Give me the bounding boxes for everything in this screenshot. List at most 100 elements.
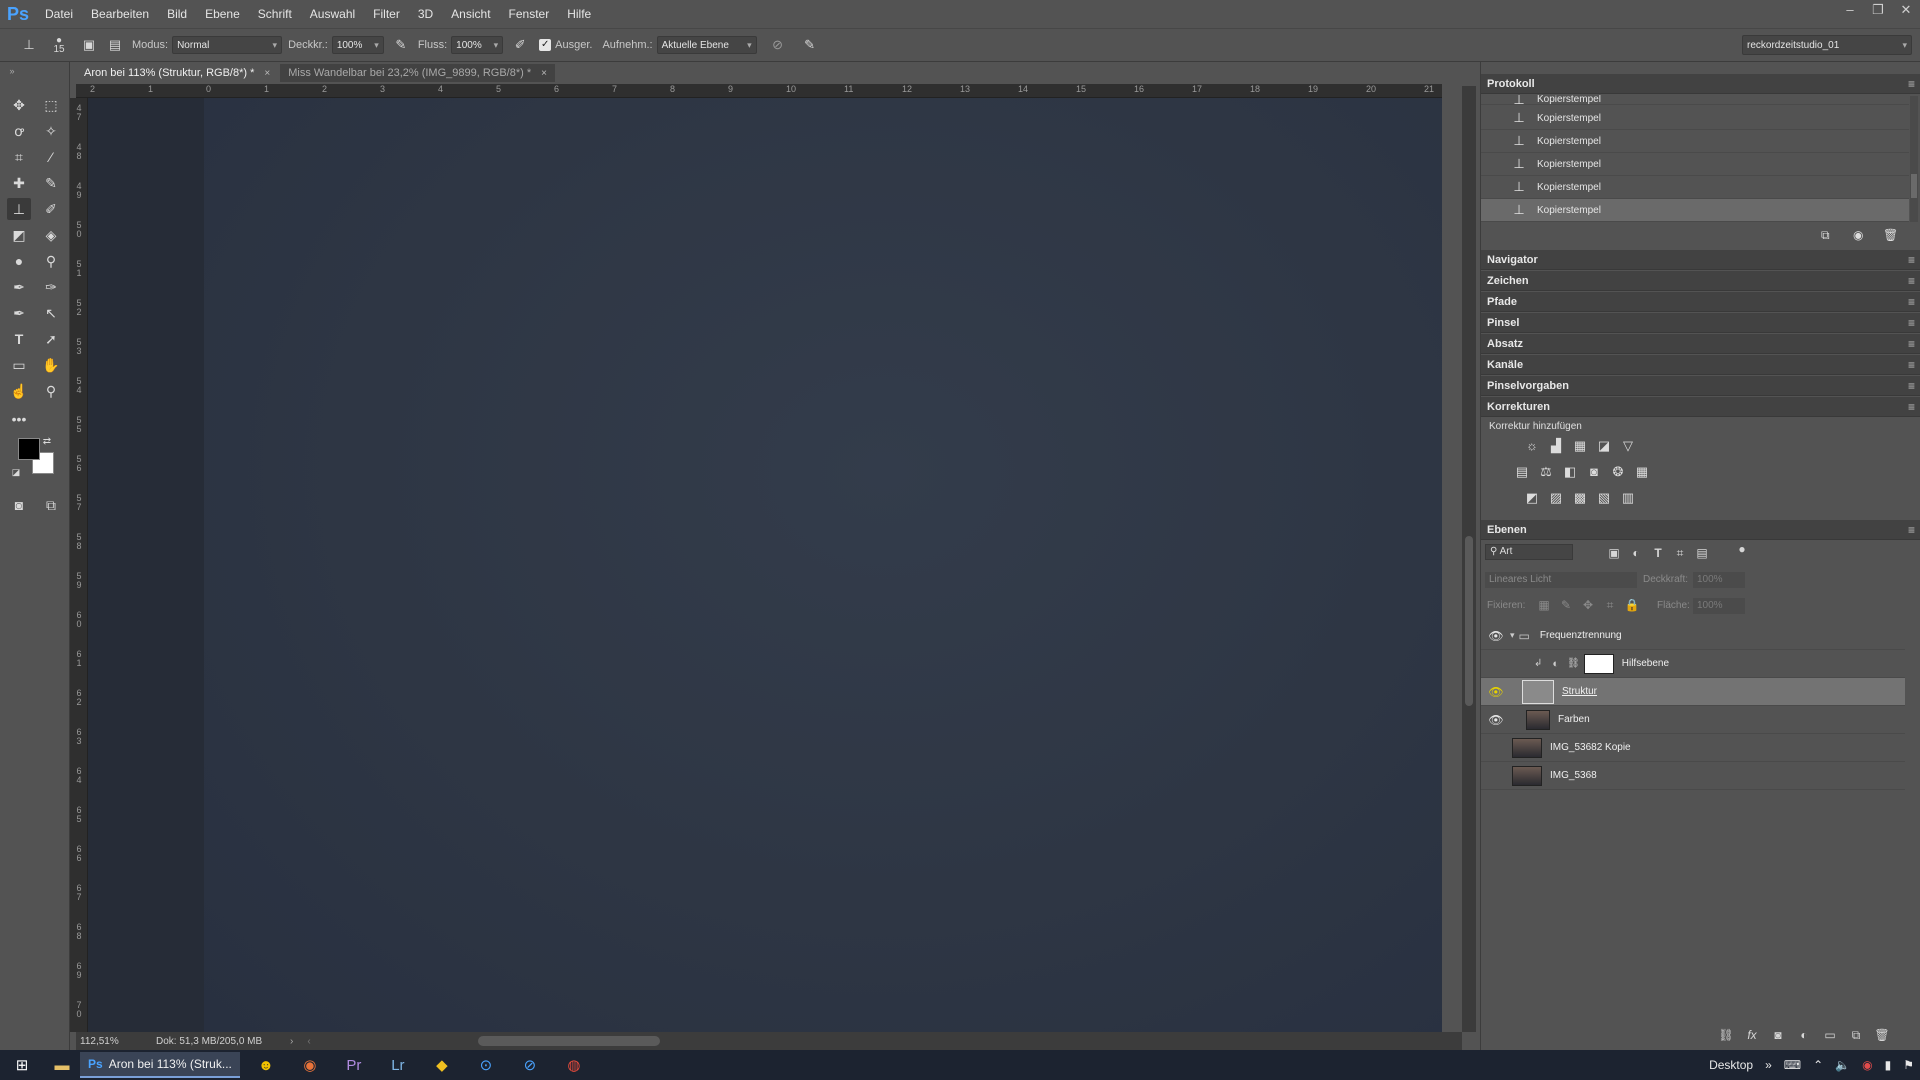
delete-layer-icon[interactable]: 🗑 [1873,1028,1891,1044]
black-white-icon[interactable]: ◧ [1561,464,1579,480]
aligned-checkbox[interactable]: ✓ [539,39,552,51]
panel-menu-icon[interactable]: ≡ [1908,253,1915,267]
brush-presets-panel-header[interactable]: Pinselvorgaben ≡ [1481,376,1920,396]
character-panel-header[interactable]: Zeichen ≡ [1481,271,1920,291]
zoom-level[interactable]: 112,51% [80,1036,142,1047]
posterize-icon[interactable]: ▨ [1547,490,1565,506]
channels-panel-header[interactable]: Kanäle ≡ [1481,355,1920,375]
quick-mask-icon[interactable]: ◙ [7,494,31,516]
new-group-icon[interactable]: ▭ [1821,1028,1839,1044]
default-colors-icon[interactable]: ◪ [10,466,22,478]
brightness-icon[interactable]: ☼ [1523,438,1541,454]
eyedropper-tool-icon[interactable]: ⁄ [39,146,63,168]
layer-style-fx-icon[interactable]: fx [1743,1028,1761,1044]
paragraph-panel-header[interactable]: Absatz ≡ [1481,334,1920,354]
healing-brush-tool-icon[interactable]: ✚ [7,172,31,194]
skype-icon[interactable]: ⊙ [464,1050,508,1080]
zoom-tool-icon[interactable]: ⚲ [39,380,63,402]
path-select-tool-icon[interactable]: ↖ [39,302,63,324]
menu-fenster[interactable]: Fenster [500,0,559,28]
filter-smart-object-icon[interactable]: ▤ [1693,546,1711,562]
taskbar-photoshop-task[interactable]: Ps Aron bei 113% (Struk... [80,1052,240,1078]
filter-toggle-icon[interactable]: ● [1733,542,1751,558]
delete-trash-icon[interactable]: 🗑 [1883,228,1898,242]
lock-artboard-icon[interactable]: ⌗ [1601,598,1619,614]
close-icon[interactable]: × [264,68,270,79]
close-icon[interactable]: × [541,68,547,79]
horizontal-scrollbar-thumb[interactable] [478,1036,660,1046]
filter-pixel-icon[interactable]: ▣ [1605,546,1623,562]
premiere-icon[interactable]: Pr [332,1050,376,1080]
snapshot-camera-icon[interactable]: ◉ [1853,228,1863,242]
layer-row[interactable]: 👁 IMG_53682 Kopie [1481,734,1905,762]
layer-thumbnail[interactable] [1512,737,1542,758]
link-layers-icon[interactable]: ⛓ [1717,1028,1735,1044]
panel-menu-icon[interactable]: ≡ [1908,274,1915,288]
more-tools-icon[interactable]: ••• [7,408,31,430]
document-canvas[interactable] [204,98,1442,1032]
adjustments-panel-header[interactable]: Korrekturen ≡ [1481,397,1920,417]
layer-mask-thumbnail[interactable] [1583,653,1614,674]
blur-tool-icon[interactable]: ● [7,250,31,272]
minimize-icon[interactable]: – [1836,0,1864,22]
filter-shape-icon[interactable]: ⌗ [1671,546,1689,562]
layer-row[interactable]: 👁 IMG_5368 [1481,762,1905,790]
fill-field[interactable]: 100% [1693,598,1745,614]
quick-selection-tool-icon[interactable]: ✧ [39,120,63,142]
clone-stamp-preset-icon[interactable]: ⊥ [18,34,40,56]
history-scrollbar[interactable] [1910,96,1918,222]
panel-menu-icon[interactable]: ≡ [1908,400,1915,414]
menu-auswahl[interactable]: Auswahl [301,0,364,28]
levels-icon[interactable]: ▟ [1547,438,1565,454]
threshold-icon[interactable]: ▩ [1571,490,1589,506]
sample-select[interactable]: Aktuelle Ebene ▾ [656,36,757,54]
selective-color-icon[interactable]: ▧ [1595,490,1613,506]
opacity-field[interactable]: 100% ▾ [331,36,384,54]
brush-tool-icon[interactable]: ✎ [39,172,63,194]
marquee-tool-icon[interactable]: ⬚ [39,94,63,116]
brush-size-picker[interactable]: ● 15 [48,34,70,56]
workspace-select[interactable]: reckordzeitstudio_01 ▾ [1742,35,1912,55]
gradient-map-icon[interactable]: ▥ [1619,490,1637,506]
pen-tool-icon[interactable]: ✒ [7,276,31,298]
crop-tool-icon[interactable]: ⌗ [7,146,31,168]
mode-select[interactable]: Normal ▾ [172,36,283,54]
history-item[interactable]: ⊥ Kopierstempel [1481,176,1909,199]
history-item-current[interactable]: ⊥ Kopierstempel [1481,199,1909,222]
eye-icon[interactable]: 👁 [1486,713,1506,727]
vibrance-icon[interactable]: ▽ [1619,438,1637,454]
filter-type-icon[interactable]: T [1649,546,1667,562]
history-item[interactable]: ⊥ Kopierstempel [1481,95,1909,105]
eye-icon[interactable]: 👁 [1486,657,1506,671]
chevron-down-icon[interactable]: ▾ [1510,630,1515,641]
menu-datei[interactable]: Datei [36,0,82,28]
hue-saturation-icon[interactable]: ▤ [1513,464,1531,480]
photo-filter-icon[interactable]: ◙ [1585,464,1603,480]
panel-menu-icon[interactable]: ≡ [1908,295,1915,309]
link-icon[interactable]: ⛓ [1567,658,1580,669]
eye-icon[interactable]: 👁 [1486,685,1506,699]
panel-menu-icon[interactable]: ≡ [1908,316,1915,330]
filter-adjustment-icon[interactable]: ◐ [1627,546,1645,562]
blend-mode-select[interactable]: Lineares Licht [1485,572,1637,588]
panel-menu-icon[interactable]: ≡ [1908,523,1915,537]
hand-tool-icon[interactable]: ✋ [39,354,63,376]
pressure-opacity-icon[interactable]: ✎ [390,34,412,56]
layer-thumbnail[interactable] [1512,765,1542,786]
clone-source-panel-icon[interactable]: ▣ [78,34,100,56]
scrollbar-thumb[interactable] [1911,174,1917,198]
rectangle-tool-icon[interactable]: ▭ [7,354,31,376]
new-layer-icon[interactable]: ⧉ [1847,1028,1865,1044]
type-tool-icon[interactable]: T [7,328,31,350]
antivirus-icon[interactable]: ◉ [1862,1058,1872,1072]
layer-row-selected[interactable]: 👁 Struktur [1481,678,1905,706]
tab-aron[interactable]: Aron bei 113% (Struktur, RGB/8*) * × [76,64,279,82]
firefox-icon[interactable]: ◉ [288,1050,332,1080]
keyboard-icon[interactable]: ⌨ [1784,1058,1801,1072]
layer-row[interactable]: 👁 ↲ ◐ ⛓ Hilfsebene [1481,650,1905,678]
volume-icon[interactable]: 🔈 [1835,1058,1850,1072]
eye-icon[interactable]: 👁 [1486,769,1506,783]
restore-icon[interactable]: ❐ [1864,0,1892,22]
menu-ansicht[interactable]: Ansicht [442,0,499,28]
menu-hilfe[interactable]: Hilfe [558,0,600,28]
